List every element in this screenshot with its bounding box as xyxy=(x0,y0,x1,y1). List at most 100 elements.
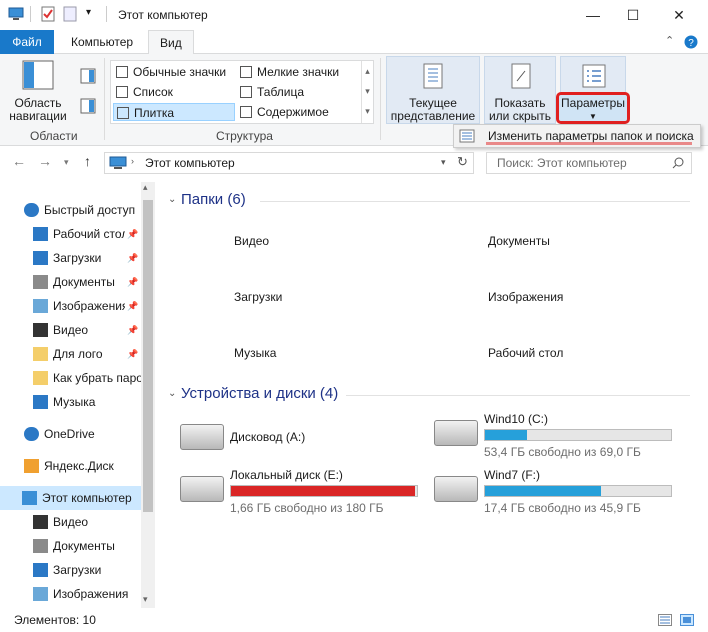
up-arrow-icon[interactable]: ↑ xyxy=(84,153,91,169)
sidebar-item[interactable]: yandex-disk-icon Яндекс.Диск xyxy=(0,454,141,478)
navigation-pane: star-icon Быстрый доступ desktop-icon Рабоч… xyxy=(0,186,154,606)
ribbon-tabs: Файл Компьютер Вид ⌃ ? xyxy=(0,30,708,55)
drive-tile[interactable]: windows-drive-icon Wind10 (C:) 53,4 ГБ сво… xyxy=(434,412,680,464)
details-pane-icon[interactable] xyxy=(80,98,96,114)
pin-icon[interactable]: 📌 xyxy=(127,222,138,246)
refresh-icon[interactable]: ↻ xyxy=(457,154,468,170)
chevron-down-icon[interactable]: ⌄ xyxy=(168,388,176,399)
new-folder-icon[interactable] xyxy=(62,6,78,22)
sidebar-item[interactable]: cloud-icon OneDrive xyxy=(0,422,141,446)
current-view-icon xyxy=(423,63,443,89)
layout-content[interactable]: Содержимое xyxy=(237,103,357,121)
show-hide-button[interactable]: Показать или скрыть xyxy=(484,56,556,124)
computer-icon[interactable] xyxy=(8,6,24,22)
title-bar: ▾ Этот компьютер — ☐ ✕ xyxy=(0,0,708,30)
layout-large-icons[interactable]: Обычные значки xyxy=(113,63,233,81)
sidebar-item[interactable]: pictures-icon Изображения📌 xyxy=(0,294,141,318)
search-icon xyxy=(672,157,684,169)
folder-tile[interactable]: desktop-folder-icon Рабочий стол xyxy=(438,330,668,382)
sidebar-item[interactable]: desktop-icon Рабочий стол📌 xyxy=(0,222,141,246)
drive-free-space: 53,4 ГБ свободно из 69,0 ГБ xyxy=(484,445,641,459)
options-highlight[interactable]: Параметры ▼ xyxy=(556,92,630,124)
drive-tile[interactable]: hdd-icon Wind7 (F:) 17,4 ГБ свободно из 45… xyxy=(434,468,680,520)
sidebar-item[interactable]: computer-icon Этот компьютер xyxy=(0,486,141,510)
sidebar-item[interactable]: star-icon Быстрый доступ xyxy=(0,198,141,222)
folder-tile[interactable]: music-folder-icon Музыка xyxy=(184,330,414,382)
sidebar-item-label: Для лого xyxy=(53,347,103,361)
scroll-up-icon[interactable]: ▴ xyxy=(143,182,148,193)
change-folder-options-item[interactable]: Изменить параметры папок и поиска xyxy=(488,129,694,143)
scrollbar-thumb[interactable] xyxy=(143,200,153,512)
breadcrumb[interactable]: Этот компьютер xyxy=(145,156,235,170)
sidebar-item-label: Документы xyxy=(53,539,115,553)
properties-icon[interactable] xyxy=(40,6,56,22)
large-icons-icon xyxy=(116,66,128,78)
sidebar-item[interactable]: folder-icon Как убрать паро xyxy=(0,366,141,390)
pin-icon[interactable]: 📌 xyxy=(127,318,138,342)
layout-details[interactable]: Таблица xyxy=(237,83,357,101)
gallery-scroll[interactable]: ▴ ▾ ▾ xyxy=(361,61,373,123)
drive-name: Wind10 (C:) xyxy=(484,412,549,426)
drives-header[interactable]: Устройства и диски (4) xyxy=(181,385,338,402)
video-icon: video-icon xyxy=(33,323,48,337)
tab-view[interactable]: Вид xyxy=(148,30,194,55)
drive-tile[interactable]: floppy-drive-icon Дисковод (A:) xyxy=(180,416,426,468)
documents-icon: documents-icon xyxy=(33,275,48,289)
pin-icon[interactable]: 📌 xyxy=(127,246,138,270)
pin-icon[interactable]: 📌 xyxy=(127,270,138,294)
sidebar-item[interactable]: video-icon Видео 📌 xyxy=(0,318,141,342)
folders-header[interactable]: Папки (6) xyxy=(181,191,246,208)
folder-tile[interactable]: pictures-folder-icon Изображения xyxy=(438,274,668,326)
drive-free-space: 1,66 ГБ свободно из 180 ГБ xyxy=(230,501,384,515)
sidebar-item[interactable]: folder-icon Для лого 📌 xyxy=(0,342,141,366)
sidebar-item-label: Рабочий стол xyxy=(53,227,125,241)
folder-tile[interactable]: documents-folder-icon Документы xyxy=(438,218,668,270)
floppy-drive-icon: floppy-drive-icon xyxy=(180,424,224,450)
video-folder-icon: video-folder-icon xyxy=(188,222,226,264)
sidebar-item[interactable]: video-icon Видео xyxy=(0,510,141,534)
status-bar: Элементов: 10 xyxy=(0,608,708,632)
sidebar-item[interactable]: documents-icon Документы xyxy=(0,534,141,558)
maximize-button[interactable]: ☐ xyxy=(610,0,656,30)
folder-tile[interactable]: video-folder-icon Видео xyxy=(184,218,414,270)
customize-toolbar-icon[interactable]: ▾ xyxy=(86,7,91,18)
yandex-disk-icon: yandex-disk-icon xyxy=(24,459,39,473)
tab-file[interactable]: Файл xyxy=(0,30,54,54)
windows-drive-icon: windows-drive-icon xyxy=(434,420,478,446)
search-input[interactable]: Поиск: Этот компьютер xyxy=(486,152,692,174)
drive-usage-bar xyxy=(230,485,418,497)
sidebar-item[interactable]: download-icon Загрузки 📌 xyxy=(0,246,141,270)
navigation-pane-button[interactable]: Область навигации xyxy=(6,60,70,124)
forward-arrow-icon[interactable]: → xyxy=(38,153,52,169)
close-button[interactable]: ✕ xyxy=(656,0,702,30)
layout-list[interactable]: Список xyxy=(113,83,233,101)
sidebar-item[interactable]: music-icon Музыка xyxy=(0,390,141,414)
preview-pane-icon[interactable] xyxy=(80,68,96,84)
chevron-down-icon[interactable]: ⌄ xyxy=(168,194,176,205)
pin-icon[interactable]: 📌 xyxy=(127,294,138,318)
breadcrumb-chevron-icon[interactable]: › xyxy=(131,156,134,166)
address-bar[interactable]: › Этот компьютер ▾ ↻ xyxy=(104,152,474,174)
details-view-icon[interactable] xyxy=(658,614,672,626)
sidebar-item[interactable]: download-icon Загрузки xyxy=(0,558,141,582)
chevron-up-icon[interactable]: ⌃ xyxy=(665,34,674,47)
drive-tile[interactable]: hdd-icon Локальный диск (E:) 1,66 ГБ свобо… xyxy=(180,468,426,520)
large-icons-view-icon[interactable] xyxy=(680,614,694,626)
help-icon[interactable]: ? xyxy=(684,35,698,49)
folder-tile[interactable]: downloads-folder-icon Загрузки xyxy=(184,274,414,326)
chevron-down-icon[interactable]: ▾ xyxy=(441,157,446,168)
tab-computer[interactable]: Компьютер xyxy=(60,30,144,54)
desktop-icon: desktop-icon xyxy=(33,227,48,241)
drive-usage-fill xyxy=(485,486,601,496)
pin-icon[interactable]: 📌 xyxy=(127,342,138,366)
scroll-down-icon[interactable]: ▾ xyxy=(143,594,148,605)
recent-locations-icon[interactable]: ▾ xyxy=(64,157,69,168)
layout-tiles[interactable]: Плитка xyxy=(113,103,235,121)
content-pane: ⌄ Папки (6) video-folder-icon Видео docume… xyxy=(160,180,700,606)
layout-small-icons[interactable]: Мелкие значки xyxy=(237,63,357,81)
sidebar-item[interactable]: pictures-icon Изображения xyxy=(0,582,141,606)
sidebar-item[interactable]: documents-icon Документы 📌 xyxy=(0,270,141,294)
back-arrow-icon[interactable]: ← xyxy=(12,153,26,169)
drive-usage-fill xyxy=(231,486,416,496)
current-view-button[interactable]: Текущее представление xyxy=(386,56,480,124)
